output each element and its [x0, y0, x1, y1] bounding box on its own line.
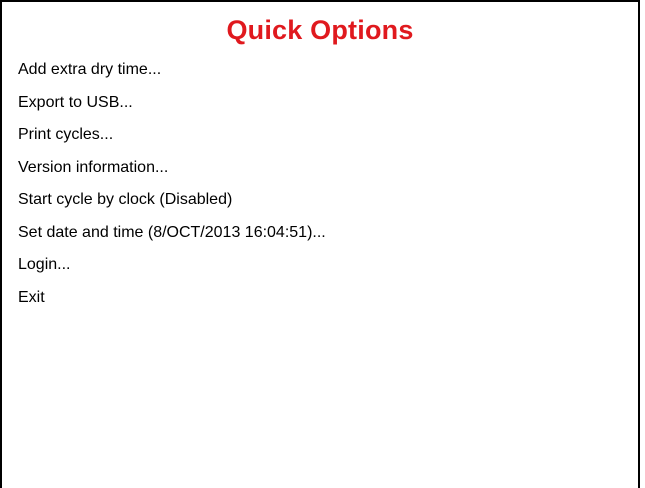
menu-item-start-cycle-by-clock[interactable]: Start cycle by clock (Disabled) [18, 187, 326, 213]
menu-item-set-date-and-time[interactable]: Set date and time (8/OCT/2013 16:04:51).… [18, 220, 326, 246]
menu-item-exit[interactable]: Exit [18, 285, 326, 311]
menu-item-login[interactable]: Login... [18, 252, 326, 278]
menu-item-add-extra-dry-time[interactable]: Add extra dry time... [18, 57, 326, 83]
menu-item-version-information[interactable]: Version information... [18, 155, 326, 181]
page-title: Quick Options [226, 15, 414, 45]
quick-options-menu: Add extra dry time... Export to USB... P… [18, 57, 326, 317]
quick-options-panel: Quick Options Add extra dry time... Expo… [0, 0, 640, 488]
menu-item-export-to-usb[interactable]: Export to USB... [18, 90, 326, 116]
menu-item-print-cycles[interactable]: Print cycles... [18, 122, 326, 148]
